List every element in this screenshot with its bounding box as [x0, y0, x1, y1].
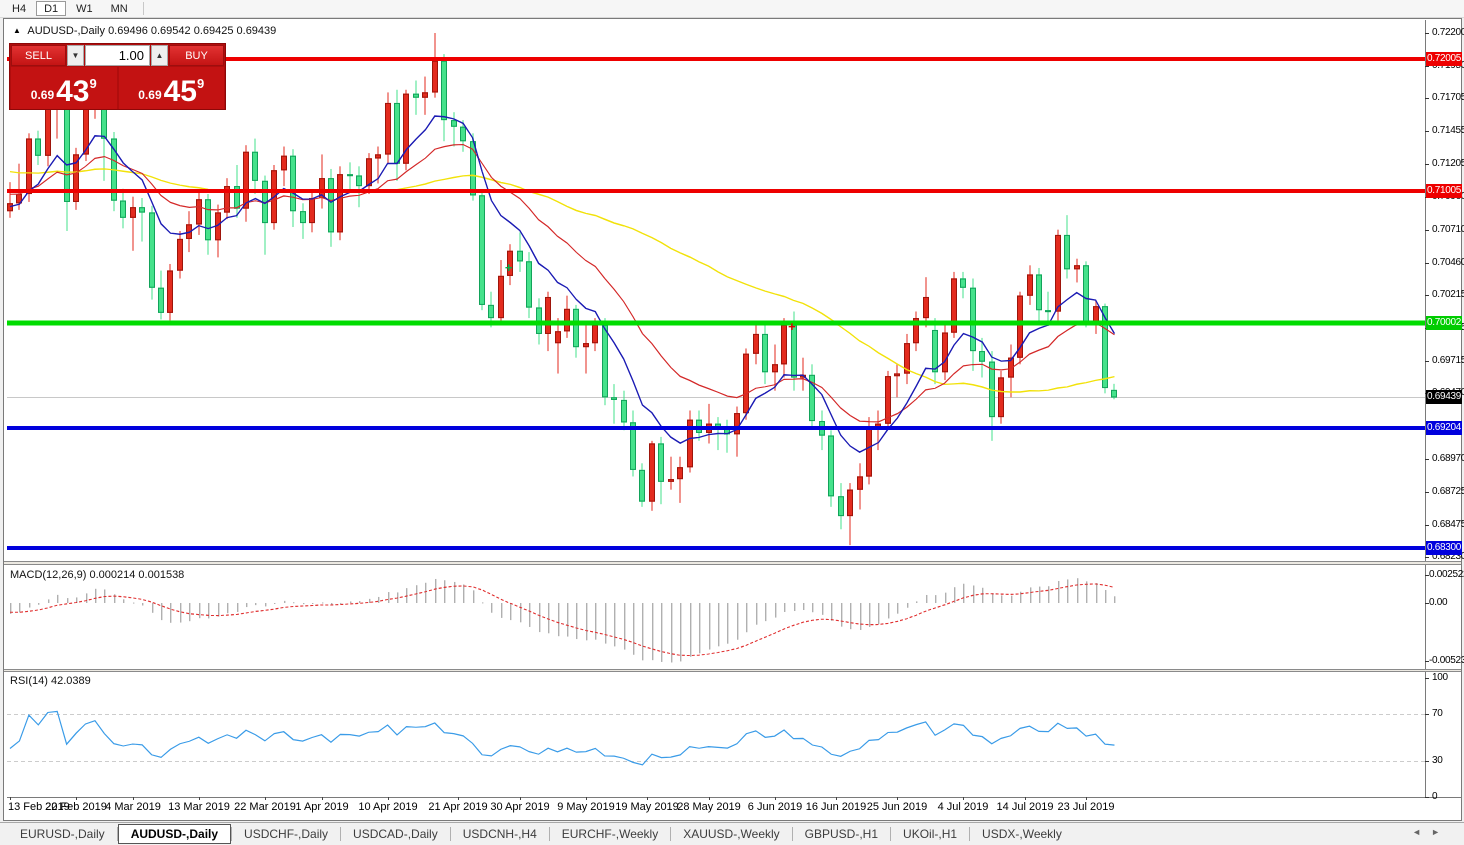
chevron-down-icon: ▼: [72, 51, 80, 60]
sell-price-point: 9: [90, 76, 97, 91]
rsi-pane-canvas[interactable]: [7, 672, 1425, 797]
tab-eurusd-daily[interactable]: EURUSD-,Daily: [8, 825, 117, 843]
chart-symbol-label: AUDUSD-,Daily: [27, 25, 105, 37]
chart-ohlc-values: 0.69496 0.69542 0.69425 0.69439: [108, 25, 276, 37]
chart-tab-bar: EURUSD-,DailyAUDUSD-,DailyUSDCHF-,DailyU…: [0, 822, 1464, 845]
macd-values: 0.000214 0.001538: [89, 569, 184, 581]
sell-price-quote[interactable]: 0.69439: [11, 67, 117, 109]
triangle-up-icon: ▲: [13, 26, 21, 35]
tab-xauusd-weekly[interactable]: XAUUSD-,Weekly: [671, 825, 791, 843]
buy-price-major: 0.69: [138, 88, 161, 102]
trading-terminal: H4D1W1MN ▲ AUDUSD-,Daily 0.69496 0.69542…: [0, 0, 1464, 845]
one-click-trading-panel: SELL ▼ ▲ BUY 0.69439 0.69459: [9, 43, 226, 110]
timeframe-button-h4[interactable]: H4: [4, 1, 34, 16]
volume-input[interactable]: [85, 45, 150, 66]
timeframe-button-d1[interactable]: D1: [36, 1, 66, 16]
sell-price-major: 0.69: [31, 88, 54, 102]
buy-price-pips: 45: [164, 79, 197, 105]
tab-scroll-buttons: ◄►: [1412, 827, 1450, 837]
pane-divider[interactable]: [4, 669, 1461, 672]
tab-scroll-left-icon[interactable]: ◄: [1412, 827, 1431, 837]
tab-usdx-weekly[interactable]: USDX-,Weekly: [970, 825, 1074, 843]
buy-price-quote[interactable]: 0.69459: [119, 67, 225, 109]
date-axis-border: [7, 797, 1462, 798]
tab-usdcnh-h4[interactable]: USDCNH-,H4: [451, 825, 549, 843]
rsi-indicator-label: RSI(14) 42.0389: [10, 675, 91, 687]
sell-button[interactable]: SELL: [11, 45, 66, 66]
pane-divider[interactable]: [4, 561, 1461, 565]
macd-pane-canvas[interactable]: [7, 565, 1425, 669]
buy-button[interactable]: BUY: [169, 45, 224, 66]
timeframe-button-w1[interactable]: W1: [68, 1, 101, 16]
chevron-up-icon: ▲: [156, 51, 164, 60]
tab-scroll-right-icon[interactable]: ►: [1431, 827, 1450, 837]
sell-price-pips: 43: [56, 79, 89, 105]
volume-decrease-button[interactable]: ▼: [67, 45, 84, 66]
chart-title: ▲ AUDUSD-,Daily 0.69496 0.69542 0.69425 …: [13, 25, 276, 37]
tab-eurchf-weekly[interactable]: EURCHF-,Weekly: [550, 825, 670, 843]
tab-gbpusd-h1[interactable]: GBPUSD-,H1: [793, 825, 890, 843]
timeframe-button-mn[interactable]: MN: [103, 1, 136, 16]
macd-indicator-label: MACD(12,26,9) 0.000214 0.001538: [10, 569, 184, 581]
timeframe-toolbar: H4D1W1MN: [0, 0, 1464, 18]
tab-ukoil-h1[interactable]: UKOil-,H1: [891, 825, 969, 843]
buy-price-point: 9: [197, 76, 204, 91]
volume-increase-button[interactable]: ▲: [151, 45, 168, 66]
toolbar-separator: [143, 2, 144, 15]
tab-usdchf-daily[interactable]: USDCHF-,Daily: [232, 825, 340, 843]
tab-usdcad-daily[interactable]: USDCAD-,Daily: [341, 825, 450, 843]
rsi-value: 42.0389: [51, 675, 91, 687]
macd-name: MACD(12,26,9): [10, 569, 86, 581]
tab-audusd-daily[interactable]: AUDUSD-,Daily: [118, 824, 231, 844]
rsi-name: RSI(14): [10, 675, 48, 687]
price-axis-border: [1425, 20, 1426, 797]
